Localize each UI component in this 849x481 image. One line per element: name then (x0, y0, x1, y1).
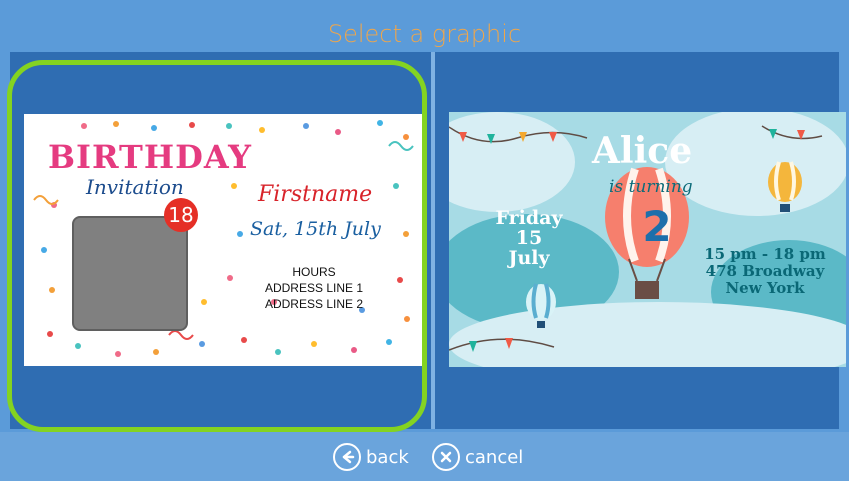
birthday-firstname: Firstname (258, 182, 373, 207)
footer-bar (0, 432, 849, 481)
alice-graphic-card[interactable]: Alice is turning Friday 15 July 2 15 pm … (449, 112, 846, 367)
alice-name: Alice (592, 130, 693, 172)
alice-date: Friday 15 July (489, 208, 569, 268)
back-arrow-icon (333, 443, 361, 471)
alice-address-line-2: New York (725, 279, 805, 297)
alice-address-line-1: 478 Broadway (705, 262, 825, 280)
birthday-title: BIRTHDAY (48, 138, 252, 176)
page-title: Select a graphic (327, 20, 522, 48)
birthday-subtitle: Invitation (86, 175, 184, 199)
alice-time: 15 pm - 18 pm (704, 245, 826, 263)
hours-line: HOURS (292, 265, 336, 279)
alice-age: 2 (642, 202, 672, 251)
alice-subtitle: is turning (609, 177, 693, 197)
address-line-1: ADDRESS LINE 1 (264, 281, 364, 295)
birthday-date: Sat, 15th July (250, 218, 381, 240)
age-badge: 18 (164, 198, 198, 232)
birthday-graphic-card[interactable]: BIRTHDAY Invitation 18 Firstname Sat, 15… (24, 114, 422, 366)
alice-info: 15 pm - 18 pm 478 Broadway New York (704, 246, 826, 297)
photo-placeholder (72, 216, 188, 331)
alice-day-number: 15 (515, 227, 543, 249)
cancel-button[interactable]: cancel (432, 442, 523, 472)
address-line-2: ADDRESS LINE 2 (264, 297, 364, 311)
alice-month: July (508, 247, 550, 269)
close-icon (432, 443, 460, 471)
cancel-label: cancel (465, 446, 524, 468)
back-label: back (366, 446, 409, 468)
alice-day: Friday (495, 207, 563, 229)
back-button[interactable]: back (333, 442, 409, 472)
birthday-info: HOURS ADDRESS LINE 1 ADDRESS LINE 2 (262, 264, 366, 312)
